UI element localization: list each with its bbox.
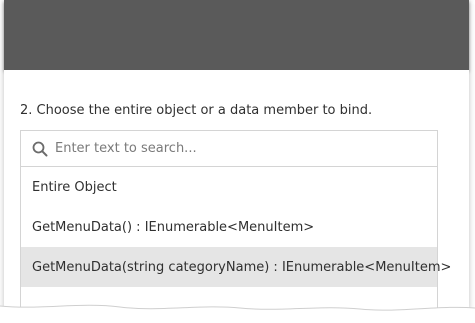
- list-item-getmenudata[interactable]: GetMenuData() : IEnumerable<MenuItem>: [21, 207, 437, 247]
- search-input[interactable]: [55, 141, 415, 156]
- wizard-header: [4, 0, 469, 70]
- torn-edge: [0, 304, 475, 323]
- list-item-label: GetMenuData(string categoryName) : IEnum…: [32, 259, 452, 275]
- search-box[interactable]: [21, 131, 437, 167]
- screenshot-frame: 2. Choose the entire object or a data me…: [0, 0, 475, 323]
- list-item-getmenudata-category[interactable]: GetMenuData(string categoryName) : IEnum…: [21, 247, 451, 287]
- list-item-label: Entire Object: [32, 179, 117, 195]
- wizard-page-content: 2. Choose the entire object or a data me…: [4, 70, 469, 321]
- list-item-label: GetMenuData() : IEnumerable<MenuItem>: [32, 219, 315, 235]
- step-instruction: 2. Choose the entire object or a data me…: [20, 103, 373, 118]
- list-item-entire-object[interactable]: Entire Object: [21, 167, 437, 207]
- search-icon: [31, 140, 49, 158]
- data-member-list-panel: Entire Object GetMenuData() : IEnumerabl…: [20, 130, 451, 321]
